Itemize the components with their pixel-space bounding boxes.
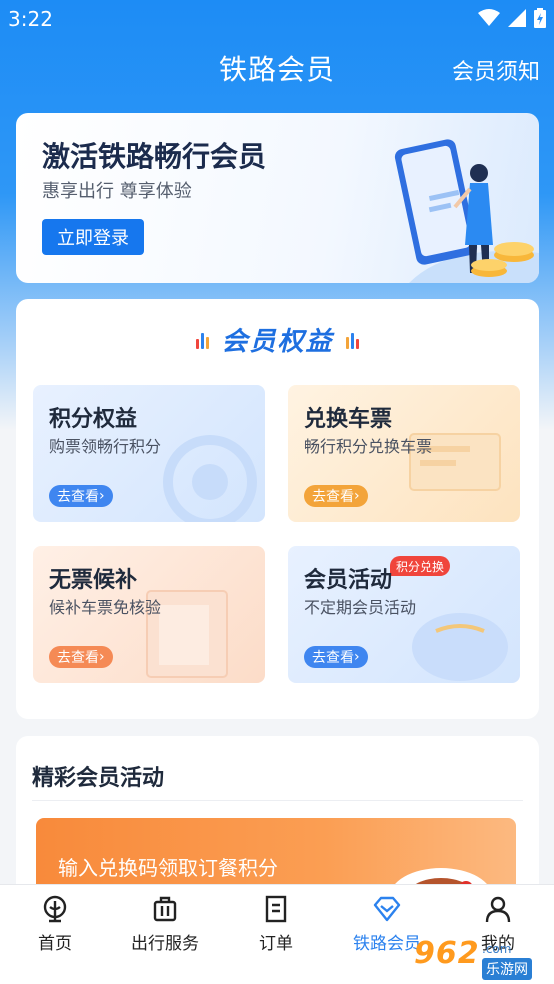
view-button[interactable]: 去查看 › — [49, 646, 113, 668]
view-button-label: 去查看 — [57, 650, 99, 666]
points-exchange-tag: 积分兑换 — [389, 556, 450, 576]
tile-member-activities[interactable]: 积分兑换 会员活动 不定期会员活动 去查看 › — [288, 546, 520, 683]
member-benefits-card: 会员权益 积分权益 购票领畅行积分 去查看 › 兑换车票 畅行积分兑换车票 去查… — [16, 299, 539, 719]
tile-title: 无票候补 — [49, 568, 138, 593]
banner-title: 激活铁路畅行会员 — [42, 140, 267, 173]
login-button[interactable]: 立即登录 — [42, 219, 144, 255]
tab-label: 订单 — [259, 934, 293, 954]
tile-title: 积分权益 — [49, 407, 138, 432]
luggage-icon — [153, 896, 177, 922]
chevron-right-icon: › — [354, 488, 360, 504]
user-icon — [485, 896, 511, 923]
watermark-number: 962 — [414, 936, 480, 971]
tab-orders[interactable]: 订单 — [221, 895, 331, 965]
view-button[interactable]: 去查看 › — [304, 485, 368, 507]
activities-title: 精彩会员活动 — [32, 766, 165, 791]
battery-icon — [534, 8, 546, 28]
benefits-header: 会员权益 — [16, 321, 539, 358]
view-button-label: 去查看 — [312, 489, 354, 505]
ticket-deco-icon — [409, 433, 501, 491]
gift-bag-deco-icon — [412, 613, 508, 681]
tile-exchange-tickets[interactable]: 兑换车票 畅行积分兑换车票 去查看 › — [288, 385, 520, 522]
benefits-title: 会员权益 — [221, 327, 334, 357]
tab-label: 首页 — [38, 934, 72, 954]
watermark-domain: .com — [482, 942, 512, 956]
document-deco-icon — [146, 590, 228, 678]
tab-home[interactable]: 首页 — [0, 895, 110, 965]
view-button[interactable]: 去查看 › — [304, 646, 368, 668]
tile-subtitle: 购票领畅行积分 — [49, 437, 162, 456]
banner-subtitle: 惠享出行 尊享体验 — [42, 181, 192, 202]
nav-bar: 铁路会员 会员须知 — [0, 40, 554, 96]
chevron-right-icon: › — [354, 649, 360, 665]
activate-member-banner: 激活铁路畅行会员 惠享出行 尊享体验 立即登录 — [16, 113, 539, 283]
title-deco-left-icon — [196, 331, 210, 349]
chevron-right-icon: › — [99, 488, 105, 504]
watermark-site: 乐游网 — [482, 958, 532, 980]
signal-icon — [508, 9, 526, 27]
chevron-right-icon: › — [99, 649, 105, 665]
member-notice-link[interactable]: 会员须知 — [452, 54, 540, 86]
tile-points-benefits[interactable]: 积分权益 购票领畅行积分 去查看 › — [33, 385, 265, 522]
diamond-icon — [373, 896, 401, 922]
divider — [32, 800, 523, 801]
redeem-code-text: 输入兑换码领取订餐积分 — [58, 856, 278, 880]
tile-title: 兑换车票 — [304, 407, 393, 432]
wifi-icon — [478, 9, 500, 26]
tile-title: 会员活动 — [304, 568, 393, 593]
site-watermark: 962 .com 乐游网 — [410, 934, 550, 982]
tile-subtitle: 不定期会员活动 — [304, 598, 417, 617]
view-button-label: 去查看 — [312, 650, 354, 666]
status-time: 3:22 — [8, 7, 53, 31]
tile-waitlist[interactable]: 无票候补 候补车票免核验 去查看 › — [33, 546, 265, 683]
order-doc-icon — [265, 895, 287, 923]
tile-subtitle: 畅行积分兑换车票 — [304, 437, 433, 456]
tile-subtitle: 候补车票免核验 — [49, 598, 162, 617]
view-button-label: 去查看 — [57, 489, 99, 505]
status-bar: 3:22 — [0, 0, 554, 40]
title-deco-right-icon — [345, 331, 359, 349]
phone-illustration-icon — [394, 139, 539, 283]
rail-logo-icon — [43, 895, 67, 923]
view-button[interactable]: 去查看 › — [49, 485, 113, 507]
coin-deco-icon — [163, 435, 257, 522]
tab-travel-services[interactable]: 出行服务 — [110, 895, 220, 965]
status-icons — [478, 8, 546, 28]
tab-label: 出行服务 — [131, 934, 199, 954]
